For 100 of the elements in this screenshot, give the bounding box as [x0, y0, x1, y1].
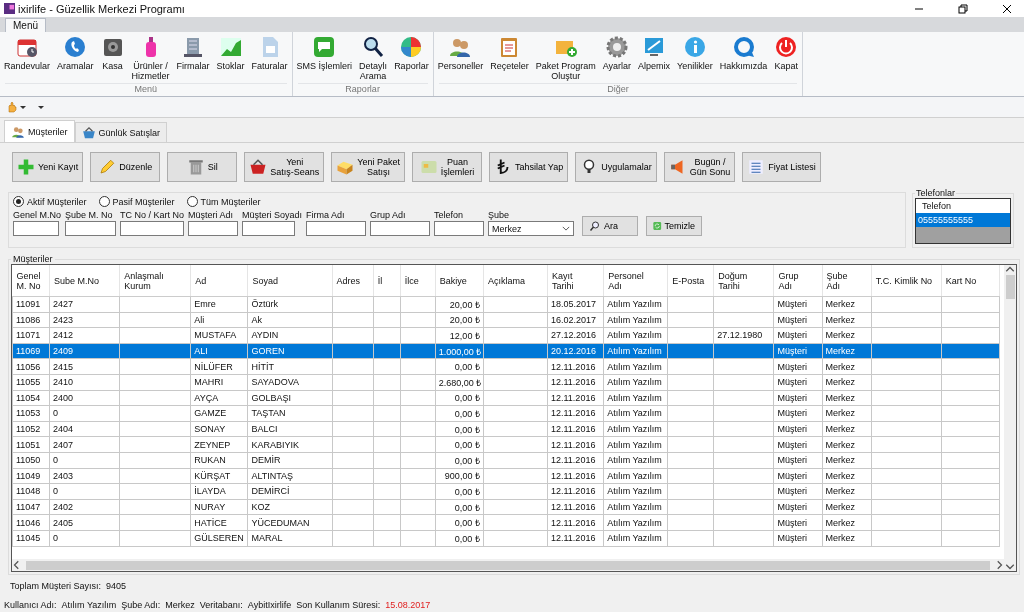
ribbon-button[interactable]: SMS İşlemleri	[293, 32, 356, 83]
filter-button[interactable]: Temizle	[646, 216, 703, 236]
column-header[interactable]: Kart No	[941, 265, 1000, 297]
column-header[interactable]: Bakiye	[435, 265, 484, 297]
radio-option[interactable]: Pasif Müşteriler	[98, 196, 175, 207]
input-field[interactable]	[65, 221, 117, 236]
ribbon-button[interactable]: Detaylı Arama	[356, 32, 391, 83]
column-header[interactable]: İlce	[400, 265, 436, 297]
branch-dropdown[interactable]: Merkez	[488, 221, 575, 236]
tab[interactable]: Günlük Satışlar	[74, 122, 168, 142]
column-header[interactable]: Ad	[190, 265, 248, 297]
table-cell: Atılım Yazılım	[607, 517, 662, 528]
column-header[interactable]: Kayıt Tarihi	[547, 265, 604, 297]
column-header[interactable]: T.C. Kimlik No	[871, 265, 942, 297]
ribbon-button[interactable]: Ürünler / Hizmetler	[128, 32, 173, 83]
table-row[interactable]: 11050 0 RUKAN DEMİR 0,00 ₺ 12.11.2016 Atılım Yazılım Müşteri Merkez	[12, 452, 1000, 469]
menu-tab[interactable]: Menü	[5, 18, 46, 32]
tab[interactable]: Müşteriler	[4, 120, 75, 142]
table-cell: Emre	[194, 299, 216, 310]
action-button[interactable]: Bugün / Gün Sonu	[663, 152, 736, 182]
table-cell: 11069	[16, 346, 41, 357]
column-header[interactable]: Anlaşmalı Kurum	[119, 265, 191, 297]
power-icon	[774, 35, 799, 59]
ribbon-button[interactable]: Alpemix	[635, 32, 674, 83]
scroll-left-icon[interactable]	[12, 560, 22, 570]
customize-caret-icon[interactable]	[38, 104, 44, 110]
table-row[interactable]: 11071 2412 MUSTAFA AYDIN 12,00 ₺ 27.12.2016 Atılım Yazılım 27.12.1980 Müşteri Merkez	[12, 327, 1000, 344]
ribbon-button[interactable]: Aramalar	[54, 32, 97, 83]
table-row[interactable]: 11049 2403 KÜRŞAT ALTINTAŞ 900,00 ₺ 12.11.2016 Atılım Yazılım Müşteri Merkez	[12, 468, 1000, 484]
horizontal-scrollbar[interactable]	[12, 559, 1004, 571]
scroll-right-icon[interactable]	[994, 560, 1004, 570]
table-row[interactable]: 11054 2400 AYÇA GOLBAŞI 0,00 ₺ 12.11.2016 Atılım Yazılım Müşteri Merkez	[12, 390, 1000, 406]
ribbon-button[interactable]: Faturalar	[248, 32, 291, 83]
table-row[interactable]: 11046 2405 HATİCE YÜCEDUMAN 0,00 ₺ 12.11.2016 Atılım Yazılım Müşteri Merkez	[12, 514, 1000, 531]
table-cell: 0,00 ₺	[454, 533, 480, 544]
table-row[interactable]: 11045 0 GÜLSEREN MARAL 0,00 ₺ 12.11.2016 Atılım Yazılım Müşteri Merkez	[12, 530, 1000, 546]
action-button[interactable]: Uygulamalar	[575, 152, 657, 182]
table-row[interactable]: 11069 2409 ALI GOREN 1.000,00 ₺ 20.12.2016 Atılım Yazılım Müşteri Merkez	[12, 343, 1000, 359]
table-row[interactable]: 11086 2423 Ali Ak 20,00 ₺ 16.02.2017 Atılım Yazılım Müşteri Merkez	[12, 312, 1000, 328]
close-icon[interactable]	[1002, 3, 1012, 14]
column-header[interactable]: Genel M. No	[12, 265, 50, 297]
table-row[interactable]: 11053 0 GAMZE TAŞTAN 0,00 ₺ 12.11.2016 Atılım Yazılım Müşteri Merkez	[12, 405, 1000, 422]
ribbon-button[interactable]: Personeller	[434, 32, 487, 83]
table-cell: MARAL	[251, 533, 283, 544]
ribbon-button[interactable]: Firmalar	[173, 32, 213, 83]
column-header[interactable]: Personel Adı	[603, 265, 668, 297]
ribbon-button[interactable]: Kapat	[771, 32, 802, 83]
input-field[interactable]	[370, 221, 431, 236]
ribbon-button[interactable]: Randevular	[1, 32, 54, 83]
table-cell: 11047	[16, 502, 41, 512]
input-field[interactable]	[188, 221, 239, 236]
column-header[interactable]: Grup Adı	[773, 265, 823, 297]
radio-option[interactable]: Aktif Müşteriler	[13, 196, 87, 207]
caret-icon[interactable]	[20, 104, 26, 110]
table-row[interactable]: 11056 2415 NİLÜFER HİTİT 0,00 ₺ 12.11.2016 Atılım Yazılım Müşteri Merkez	[12, 358, 1000, 375]
radio-option[interactable]: Tüm Müşteriler	[186, 196, 261, 207]
table-row[interactable]: 11052 2404 SONAY BALCI 0,00 ₺ 12.11.2016 Atılım Yazılım Müşteri Merkez	[12, 421, 1000, 437]
action-button[interactable]: Fiyat Listesi	[742, 152, 821, 182]
table-cell: 0	[53, 486, 59, 497]
input-field[interactable]	[13, 221, 59, 236]
input-field[interactable]	[242, 221, 296, 236]
column-header[interactable]: Doğum Tarihi	[713, 265, 774, 297]
restore-icon[interactable]	[958, 3, 968, 14]
action-button[interactable]: Düzenle	[90, 152, 161, 182]
filter-button[interactable]: Ara	[582, 216, 639, 236]
action-button[interactable]: Sil	[167, 152, 238, 182]
ribbon-button[interactable]: Raporlar	[391, 32, 432, 83]
ribbon-button[interactable]: Reçeteler	[487, 32, 532, 83]
table-row[interactable]: 11051 2407 ZEYNEP KARABIYIK 0,00 ₺ 12.11.2016 Atılım Yazılım Müşteri Merkez	[12, 436, 1000, 453]
ribbon-group-label: Diğer	[438, 83, 798, 96]
column-header[interactable]: Sube M.No	[49, 265, 120, 297]
table-row[interactable]: 11048 0 İLAYDA DEMİRCİ 0,00 ₺ 12.11.2016 Atılım Yazılım Müşteri Merkez	[12, 483, 1000, 500]
action-button[interactable]: Tahsilat Yap	[488, 152, 569, 182]
scroll-down-icon[interactable]	[1005, 561, 1015, 571]
ribbon-button[interactable]: Paket Program Oluştur	[532, 32, 599, 83]
column-header[interactable]: Adres	[332, 265, 374, 297]
action-button[interactable]: Puan İşlemleri	[411, 152, 482, 182]
input-field[interactable]	[120, 221, 185, 236]
column-header[interactable]: İl	[373, 265, 401, 297]
ribbon-button[interactable]: Kasa	[97, 32, 128, 83]
scrollbar-thumb[interactable]	[26, 560, 990, 570]
action-button[interactable]: Yeni Kayıt	[12, 152, 84, 182]
table-row[interactable]: 11055 2410 MAHRI SAYADOVA 2.680,00 ₺ 12.11.2016 Atılım Yazılım Müşteri Merkez	[12, 374, 1000, 391]
action-button[interactable]: Yeni Satış-Seans	[244, 152, 325, 182]
phone-item[interactable]: 05555555555	[916, 213, 1010, 227]
column-header[interactable]: E-Posta	[667, 265, 714, 297]
ribbon-button[interactable]: Stoklar	[213, 32, 248, 83]
ribbon-button[interactable]: Ayarlar	[599, 32, 635, 83]
column-header[interactable]: Açıklama	[483, 265, 548, 297]
vertical-scrollbar[interactable]	[1004, 265, 1016, 571]
table-row[interactable]: 11047 2402 NURAY KOZ 0,00 ₺ 12.11.2016 Atılım Yazılım Müşteri Merkez	[12, 499, 1000, 515]
action-button[interactable]: Yeni Paket Satışı	[331, 152, 405, 182]
ribbon-button[interactable]: Yenilikler	[674, 32, 716, 83]
scrollbar-thumb[interactable]	[1005, 275, 1015, 299]
input-field[interactable]	[434, 221, 485, 236]
column-header[interactable]: Soyad	[247, 265, 333, 297]
table-row[interactable]: 11091 2427 Emre Öztürk 20,00 ₺ 18.05.2017 Atılım Yazılım Müşteri Merkez	[12, 296, 1000, 313]
ribbon-button[interactable]: Hakkımızda	[716, 32, 771, 83]
column-header[interactable]: Şube Adı	[822, 265, 872, 297]
input-field[interactable]	[306, 221, 367, 236]
